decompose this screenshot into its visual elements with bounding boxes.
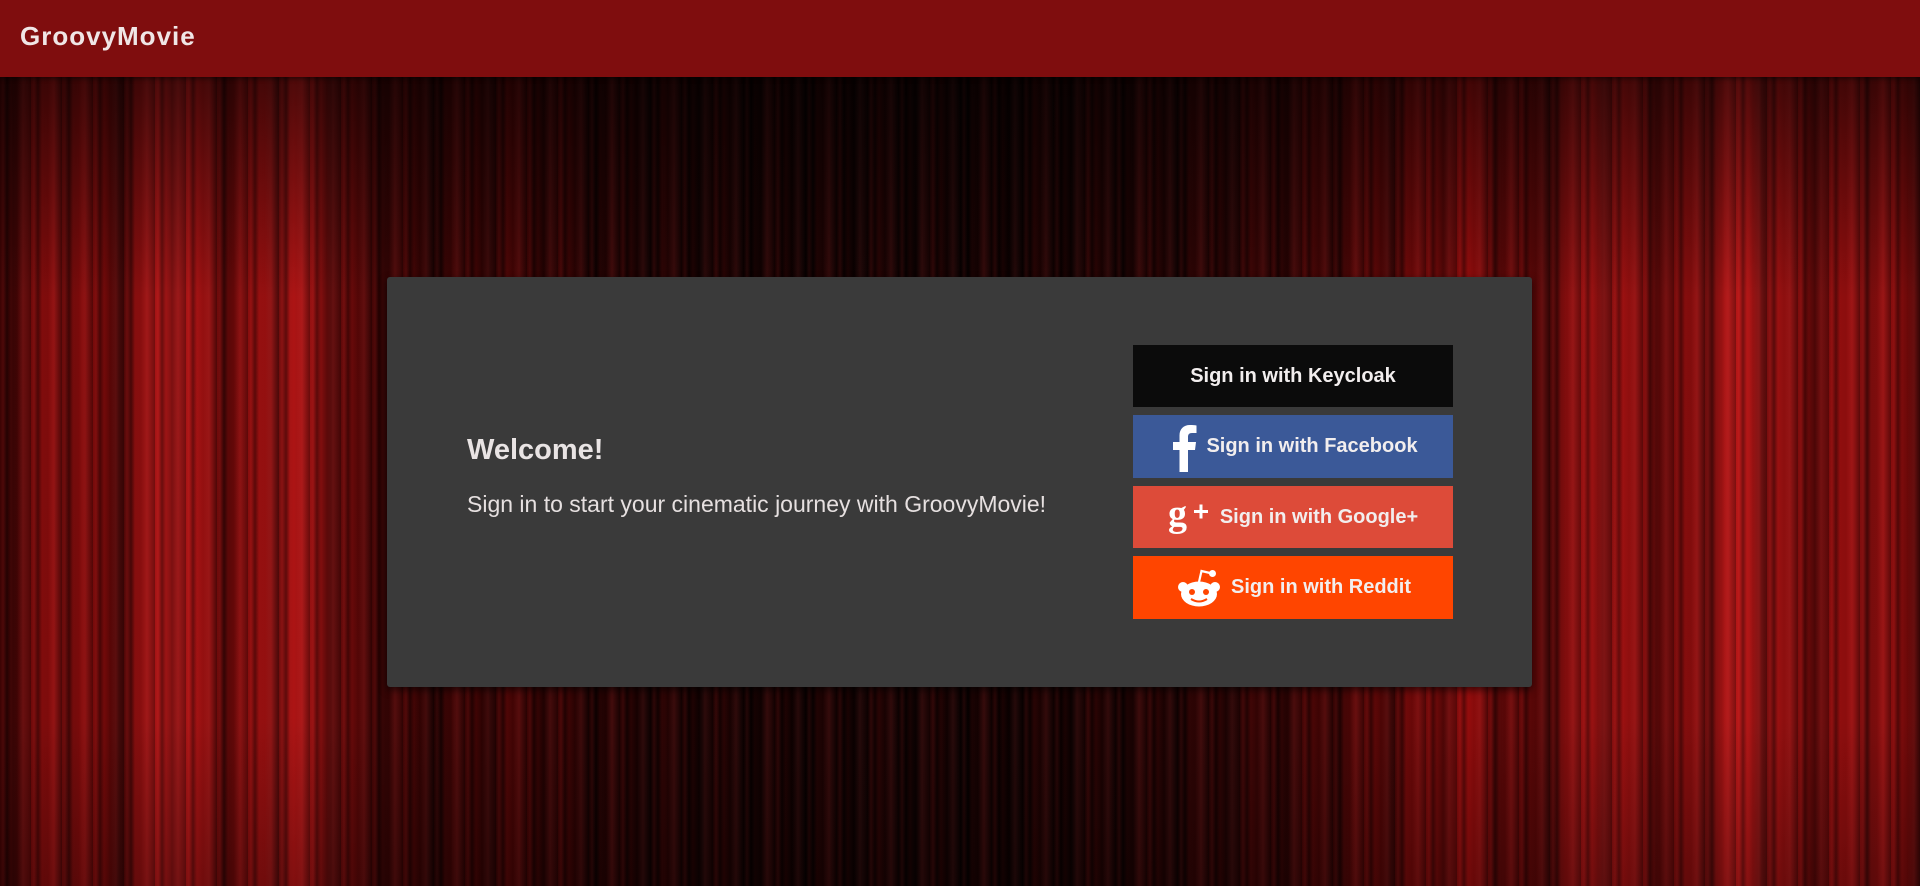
welcome-subtitle: Sign in to start your cinematic journey …	[467, 491, 1047, 517]
sign-in-card: Welcome! Sign in to start your cinematic…	[387, 277, 1532, 687]
facebook-sign-in-label: Sign in with Facebook	[1206, 435, 1418, 457]
app-title[interactable]: GroovyMovie	[20, 21, 196, 52]
keycloak-sign-in-label: Sign in with Keycloak	[1190, 364, 1396, 387]
google-sign-in-label: Sign in with Google+	[1219, 505, 1419, 528]
reddit-sign-in-button[interactable]: Sign in with Reddit	[1133, 556, 1453, 619]
keycloak-sign-in-button[interactable]: Sign in with Keycloak	[1133, 345, 1453, 407]
reddit-sign-in-label: Sign in with Reddit	[1231, 576, 1411, 598]
facebook-icon	[1168, 422, 1198, 472]
svg-text:g: g	[1168, 494, 1187, 535]
reddit-icon	[1175, 566, 1223, 610]
top-toolbar: GroovyMovie	[0, 0, 1920, 77]
google-plus-icon: g	[1168, 494, 1212, 540]
google-sign-in-button[interactable]: g Sign in with Google+	[1133, 486, 1453, 548]
welcome-title: Welcome!	[467, 434, 604, 466]
facebook-sign-in-button[interactable]: Sign in with Facebook	[1133, 415, 1453, 478]
sign-in-button-group: Sign in with Keycloak Sign in with Faceb…	[1133, 345, 1453, 619]
